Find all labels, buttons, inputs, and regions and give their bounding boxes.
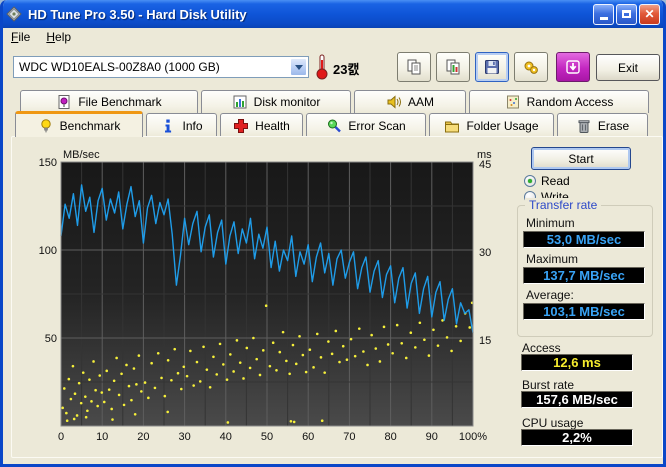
cpu-usage-label: CPU usage: [522, 416, 584, 430]
cpu-usage-value: 2,2%: [521, 429, 633, 446]
menu-file[interactable]: File: [3, 28, 38, 46]
save-icon: [485, 60, 499, 74]
svg-text:90: 90: [426, 431, 438, 443]
svg-text:150: 150: [39, 157, 57, 169]
folder-icon: [445, 121, 460, 132]
close-icon: ✕: [644, 7, 655, 21]
tab-file-benchmark[interactable]: File Benchmark: [20, 90, 198, 113]
magnifier-icon: [328, 119, 342, 132]
menu-bar: File Help: [3, 28, 663, 46]
close-button[interactable]: ✕: [639, 3, 660, 25]
thermometer-icon: [316, 54, 328, 80]
minimize-button[interactable]: [593, 3, 614, 25]
access-label: Access: [522, 341, 561, 355]
start-button[interactable]: Start: [531, 147, 631, 170]
menu-help[interactable]: Help: [38, 28, 79, 46]
copy-image-icon: [446, 59, 460, 75]
tab-folder-usage[interactable]: Folder Usage: [429, 113, 554, 137]
svg-text:0: 0: [58, 431, 64, 443]
file-benchmark-icon: [58, 95, 70, 109]
svg-text:40: 40: [220, 431, 232, 443]
svg-text:50: 50: [261, 431, 273, 443]
tab-aam[interactable]: AAM: [354, 90, 466, 113]
average-value: 103,1 MB/sec: [523, 303, 645, 320]
title-bar[interactable]: HD Tune Pro 3.50 - Hard Disk Utility ✕: [3, 0, 663, 28]
benchmark-lamp-icon: [40, 118, 51, 132]
minimize-icon: [599, 17, 608, 20]
transfer-rate-title: Transfer rate: [525, 198, 602, 212]
tab-info[interactable]: Info: [146, 113, 217, 137]
svg-text:30: 30: [479, 247, 491, 259]
drive-select[interactable]: WDC WD10EALS-00Z8A0 (1000 GB): [13, 56, 309, 78]
chevron-down-icon: [294, 64, 303, 70]
svg-text:45: 45: [479, 159, 491, 171]
tab-benchmark[interactable]: Benchmark: [15, 111, 143, 137]
tab-disk-monitor[interactable]: Disk monitor: [201, 90, 351, 113]
svg-text:15: 15: [479, 335, 491, 347]
svg-text:50: 50: [45, 333, 57, 345]
svg-text:80: 80: [384, 431, 396, 443]
transfer-rate-group: Transfer rate Minimum 53,0 MB/sec Maximu…: [517, 198, 653, 337]
svg-text:MB/sec: MB/sec: [63, 149, 100, 161]
svg-text:20: 20: [137, 431, 149, 443]
window-title: HD Tune Pro 3.50 - Hard Disk Utility: [28, 6, 247, 22]
info-icon: [165, 119, 172, 132]
gears-icon: [524, 61, 538, 74]
maximum-label: Maximum: [526, 252, 579, 266]
radio-read-circle: [524, 175, 536, 187]
tab-random-access[interactable]: Random Access: [469, 90, 649, 113]
tab-erase[interactable]: Erase: [557, 113, 648, 137]
disk-monitor-icon: [233, 95, 247, 109]
svg-text:100: 100: [39, 245, 57, 257]
svg-text:10: 10: [96, 431, 108, 443]
tab-row-secondary: File Benchmark Disk monitor AAM Random A…: [20, 90, 649, 113]
benchmark-chart: MB/sec15010050ms4530150 10 20 30 40 50 60 70 80 9…: [39, 149, 493, 443]
trash-icon: [578, 119, 590, 133]
svg-text:30: 30: [178, 431, 190, 443]
save-button[interactable]: [475, 52, 509, 82]
tab-row-primary: Benchmark Info Health Error Scan Folder …: [15, 111, 648, 137]
speaker-icon: [387, 95, 401, 109]
download-arrow-icon: [566, 60, 580, 74]
copy-text-button[interactable]: [397, 52, 431, 82]
average-label: Average:: [526, 288, 574, 302]
random-access-icon: [506, 95, 519, 109]
update-button[interactable]: [556, 52, 590, 82]
copy-image-button[interactable]: [436, 52, 470, 82]
maximum-value: 137,7 MB/sec: [523, 267, 645, 284]
minimum-label: Minimum: [526, 216, 575, 230]
svg-text:100%: 100%: [459, 431, 487, 443]
burst-rate-value: 157,6 MB/sec: [521, 391, 633, 408]
svg-text:70: 70: [343, 431, 355, 443]
app-icon: [6, 6, 22, 22]
options-button[interactable]: [514, 52, 548, 82]
tab-health[interactable]: Health: [220, 113, 303, 137]
app-window: HD Tune Pro 3.50 - Hard Disk Utility ✕ F…: [0, 0, 666, 467]
drive-select-value: WDC WD10EALS-00Z8A0 (1000 GB): [19, 60, 220, 74]
maximize-button[interactable]: [616, 3, 637, 25]
copy-text-icon: [407, 59, 421, 75]
minimum-value: 53,0 MB/sec: [523, 231, 645, 248]
burst-rate-label: Burst rate: [522, 378, 575, 392]
drive-select-drop-button[interactable]: [290, 58, 307, 76]
exit-button[interactable]: Exit: [596, 54, 660, 81]
tab-error-scan[interactable]: Error Scan: [306, 113, 426, 137]
health-cross-icon: [234, 118, 249, 133]
svg-text:60: 60: [302, 431, 314, 443]
drive-temperature: 23캜: [333, 62, 360, 77]
access-value: 12,6 ms: [521, 354, 633, 371]
maximize-icon: [622, 10, 631, 18]
radio-read[interactable]: Read: [524, 174, 570, 188]
